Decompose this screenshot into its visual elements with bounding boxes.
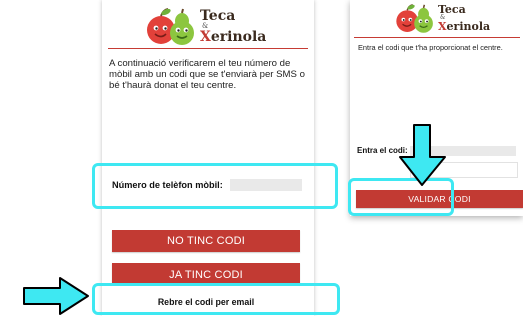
highlight-email-link — [92, 283, 340, 315]
app-logo: Teca & Xerinola — [144, 6, 266, 46]
fruit-mascot-icon — [396, 4, 433, 33]
app-logo: Teca & Xerinola — [394, 2, 490, 34]
enter-code-intro-text: Entra el codi que t'ha proporcionat el c… — [358, 43, 503, 52]
logo-word-erinola: erinola — [446, 20, 491, 33]
header-divider — [108, 48, 308, 49]
phone-screen-verify-number: Teca & Xerinola A continuació verificare… — [102, 0, 314, 316]
arrow-right-icon — [23, 277, 89, 315]
intro-text: A continuació verificarem el teu número … — [109, 58, 305, 91]
logo-word-erinola: erinola — [210, 28, 267, 45]
logo-letter-x: X — [438, 20, 447, 33]
logo-letter-x: X — [200, 28, 211, 45]
highlight-phone-field — [92, 163, 338, 209]
fruit-mascot-icon — [147, 8, 194, 45]
header-divider — [354, 37, 520, 38]
arrow-down-icon — [399, 124, 446, 186]
no-code-button[interactable]: NO TINC CODI — [112, 230, 300, 252]
have-code-button[interactable]: JA TINC CODI — [112, 263, 300, 283]
